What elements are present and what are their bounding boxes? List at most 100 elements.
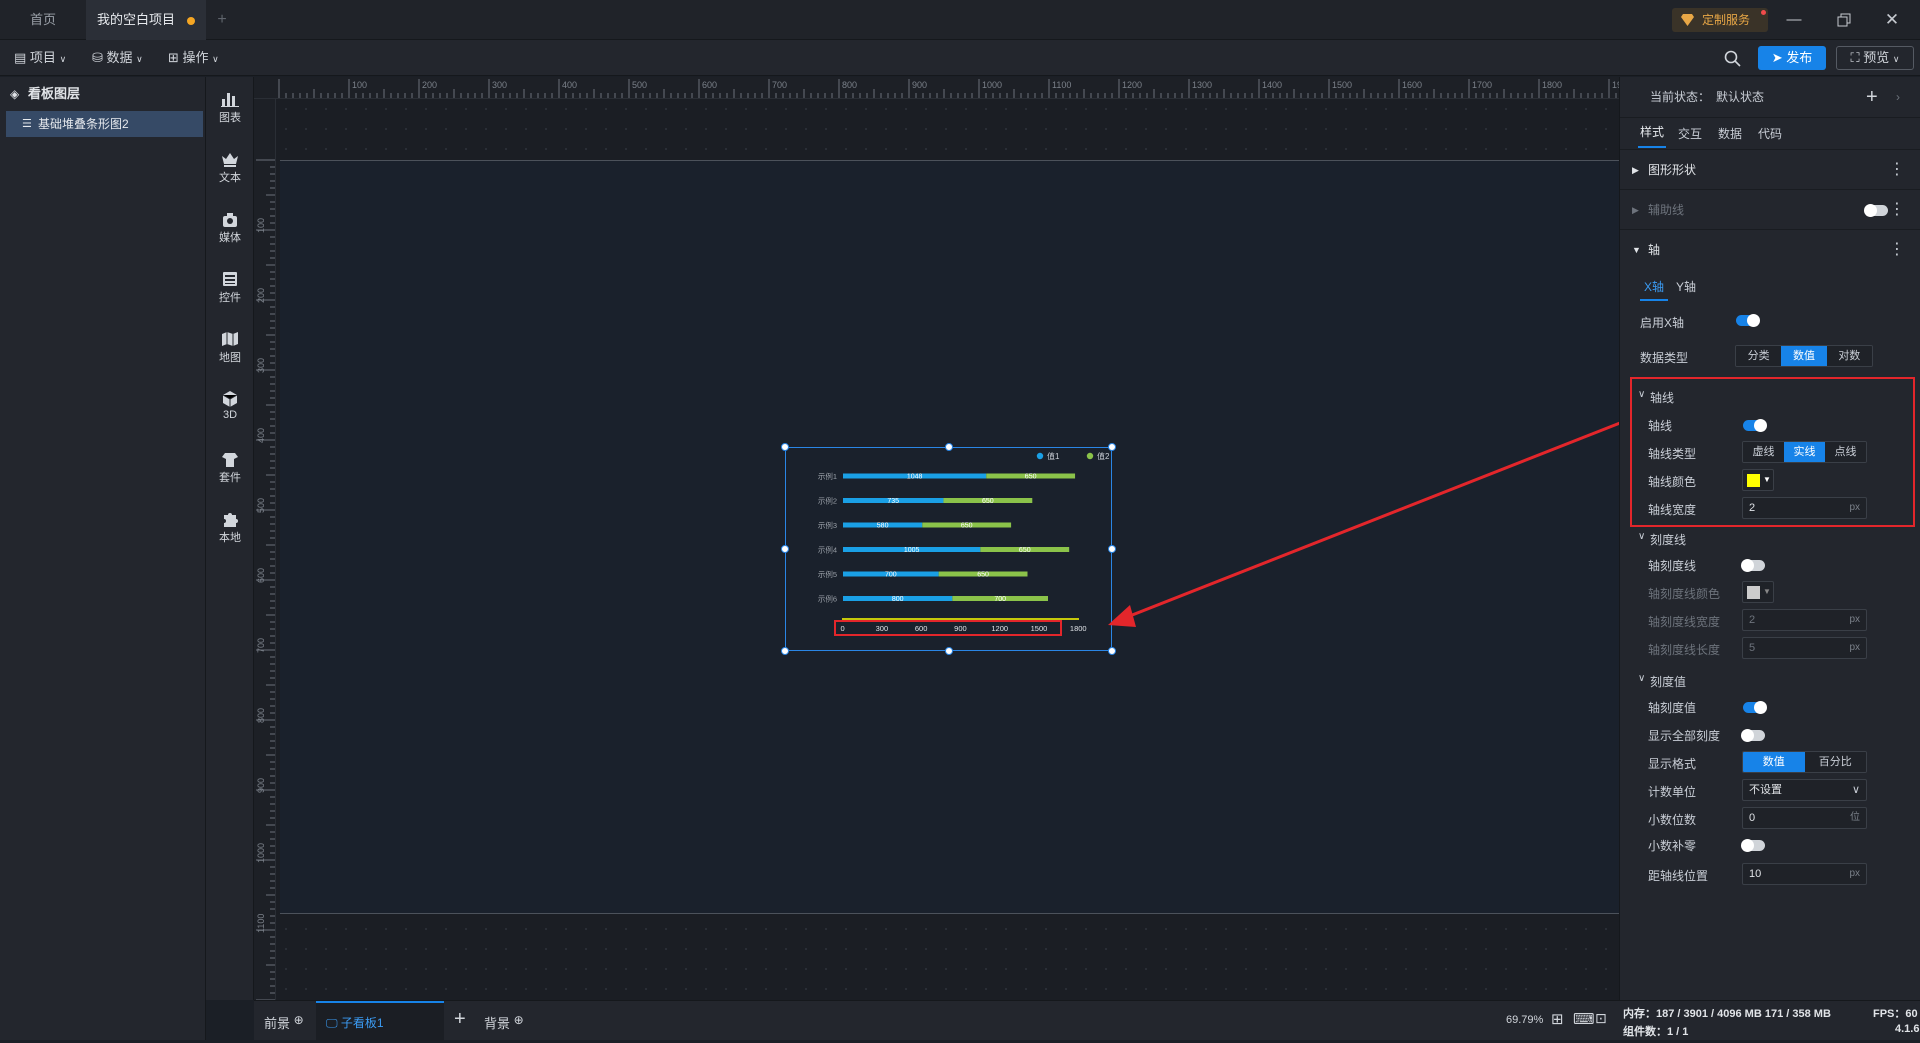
- section-shape[interactable]: ▶ 图形形状 ⋮: [1620, 149, 1920, 189]
- axisline-toggle[interactable]: [1743, 419, 1767, 432]
- data-type-category[interactable]: 分类: [1736, 346, 1782, 366]
- tool-map[interactable]: 地图: [206, 325, 254, 373]
- zoom-level[interactable]: 69.79%: [1506, 1014, 1543, 1026]
- tool-widget[interactable]: 控件: [206, 265, 254, 313]
- fit-screen-icon[interactable]: ⊞: [1551, 1010, 1564, 1028]
- add-board-icon[interactable]: +: [454, 1008, 466, 1031]
- tab-current-project[interactable]: 我的空白项目: [86, 0, 206, 40]
- tool-media[interactable]: 媒体: [206, 205, 254, 253]
- tool-3d[interactable]: 3D: [206, 385, 254, 433]
- terminal-icon[interactable]: ⊡: [1595, 1010, 1607, 1027]
- line-type-dashed[interactable]: 虚线: [1743, 442, 1784, 462]
- background-tab[interactable]: 背景 ⊕: [484, 1013, 524, 1032]
- more-icon[interactable]: ⋮: [1889, 230, 1905, 270]
- more-icon[interactable]: ⋮: [1889, 150, 1905, 190]
- tool-local-label: 本地: [219, 532, 241, 544]
- tab-interaction[interactable]: 交互: [1678, 118, 1702, 150]
- format-number[interactable]: 数值: [1743, 752, 1805, 772]
- line-type-dotted[interactable]: 点线: [1825, 442, 1866, 462]
- foreground-tab[interactable]: 前景 ⊕: [264, 1013, 304, 1032]
- bar-value-label: 650: [982, 498, 994, 505]
- operate-menu[interactable]: ⊞ 操作 ∨: [168, 40, 219, 76]
- data-menu[interactable]: ⛁ 数据 ∨: [92, 40, 143, 76]
- tick-toggle[interactable]: [1741, 559, 1765, 572]
- enable-x-toggle[interactable]: [1736, 314, 1760, 327]
- preview-button[interactable]: ⛶ 预览 ∨: [1836, 46, 1914, 70]
- resize-handle[interactable]: [1108, 647, 1116, 655]
- tick-color-picker[interactable]: ▼: [1742, 581, 1774, 603]
- axisline-color-picker[interactable]: ▼: [1742, 469, 1774, 491]
- tab-code[interactable]: 代码: [1758, 118, 1782, 150]
- sub-board-tab[interactable]: 🖵 子看板1: [316, 1001, 444, 1041]
- axisline-type-row: 轴线类型 虚线 实线 点线: [1620, 441, 1920, 463]
- format-percent[interactable]: 百分比: [1804, 752, 1866, 772]
- more-icon[interactable]: ⋮: [1889, 190, 1905, 230]
- ruler-tick-label: 1200: [1122, 80, 1142, 90]
- tickvalue-toggle-row: 轴刻度值: [1620, 699, 1920, 717]
- line-type-solid[interactable]: 实线: [1784, 442, 1825, 462]
- ruler-tick-label: 1000: [982, 80, 1002, 90]
- format-label: 显示格式: [1648, 757, 1697, 771]
- tool-local[interactable]: 本地: [206, 505, 254, 553]
- tick-length-input[interactable]: 5 px: [1742, 637, 1867, 659]
- status-bar: 内存：187 / 3901 / 4096 MB 171 / 358 MB FPS…: [1619, 1000, 1920, 1040]
- tickvalue-subhead[interactable]: ∨ 刻度值: [1620, 673, 1920, 691]
- layers-title: 看板图层: [28, 86, 81, 101]
- axisline-subhead[interactable]: ∨ 轴线: [1620, 389, 1920, 407]
- unsaved-dot-icon: [187, 16, 195, 25]
- state-value[interactable]: 默认状态: [1716, 77, 1764, 117]
- data-type-value[interactable]: 数值: [1781, 346, 1827, 366]
- add-circle-icon[interactable]: ⊕: [294, 1013, 304, 1027]
- tab-style[interactable]: 样式: [1638, 118, 1667, 148]
- decimals-input[interactable]: 0 位: [1742, 807, 1867, 829]
- resize-handle[interactable]: [945, 443, 953, 451]
- resize-handle[interactable]: [781, 647, 789, 655]
- resize-handle[interactable]: [945, 647, 953, 655]
- axisline-type-label: 轴线类型: [1648, 447, 1697, 461]
- resize-handle[interactable]: [781, 545, 789, 553]
- resize-handle[interactable]: [781, 443, 789, 451]
- minimize-icon[interactable]: —: [1780, 8, 1808, 32]
- data-type-log[interactable]: 对数: [1826, 346, 1872, 366]
- section-guide[interactable]: ▶ 辅助线 ⋮: [1620, 189, 1920, 229]
- tickvalue-toggle[interactable]: [1743, 701, 1767, 714]
- ruler-tick-label: 200: [256, 288, 266, 303]
- search-icon[interactable]: [1724, 50, 1741, 67]
- restore-icon[interactable]: [1830, 8, 1858, 32]
- publish-button[interactable]: ➤ 发布: [1758, 46, 1826, 70]
- component-count: 组件数：1 / 1: [1623, 1026, 1689, 1038]
- title-tab-bar: 首页 我的空白项目 + 定制服务 — ✕: [0, 0, 1920, 40]
- custom-service-button[interactable]: 定制服务: [1672, 8, 1768, 32]
- count-unit-select[interactable]: 不设置 ∨: [1742, 779, 1867, 801]
- chevron-right-icon[interactable]: ›: [1896, 77, 1900, 117]
- ruler-tick-label: 100: [352, 80, 367, 90]
- grid-icon: ⊞: [168, 50, 179, 65]
- add-circle-icon[interactable]: ⊕: [514, 1013, 524, 1027]
- enable-x-label: 启用X轴: [1640, 316, 1685, 330]
- bar-value-label: 650: [1025, 474, 1037, 481]
- tool-text[interactable]: 文本: [206, 145, 254, 193]
- add-state-icon[interactable]: +: [1866, 77, 1878, 117]
- distance-input[interactable]: 10 px: [1742, 863, 1867, 885]
- project-menu-label: 项目: [29, 50, 56, 65]
- add-tab-icon[interactable]: +: [208, 0, 236, 40]
- guide-toggle[interactable]: [1864, 204, 1888, 217]
- tab-x-axis[interactable]: X轴: [1640, 278, 1669, 301]
- layer-item[interactable]: ☰ 基础堆叠条形图2: [6, 111, 203, 137]
- show-all-toggle[interactable]: [1741, 729, 1765, 742]
- tool-kit[interactable]: 套件: [206, 445, 254, 493]
- tool-chart[interactable]: 图表: [206, 85, 254, 133]
- tab-home[interactable]: 首页: [0, 0, 86, 40]
- project-menu[interactable]: ▤ 项目 ∨: [14, 40, 66, 76]
- axisline-width-input[interactable]: 2 px: [1742, 497, 1867, 519]
- keyboard-icon[interactable]: ⌨: [1573, 1010, 1595, 1028]
- close-icon[interactable]: ✕: [1878, 8, 1906, 32]
- tab-data[interactable]: 数据: [1718, 118, 1742, 150]
- highlight-box: [834, 620, 1062, 636]
- section-axis[interactable]: ▼ 轴 ⋮: [1620, 229, 1920, 269]
- tick-width-input[interactable]: 2 px: [1742, 609, 1867, 631]
- pad-zero-toggle[interactable]: [1741, 839, 1765, 852]
- tab-y-axis[interactable]: Y轴: [1676, 278, 1696, 295]
- tick-subhead[interactable]: ∨ 刻度线: [1620, 531, 1920, 549]
- ruler-tick-label: 600: [702, 80, 717, 90]
